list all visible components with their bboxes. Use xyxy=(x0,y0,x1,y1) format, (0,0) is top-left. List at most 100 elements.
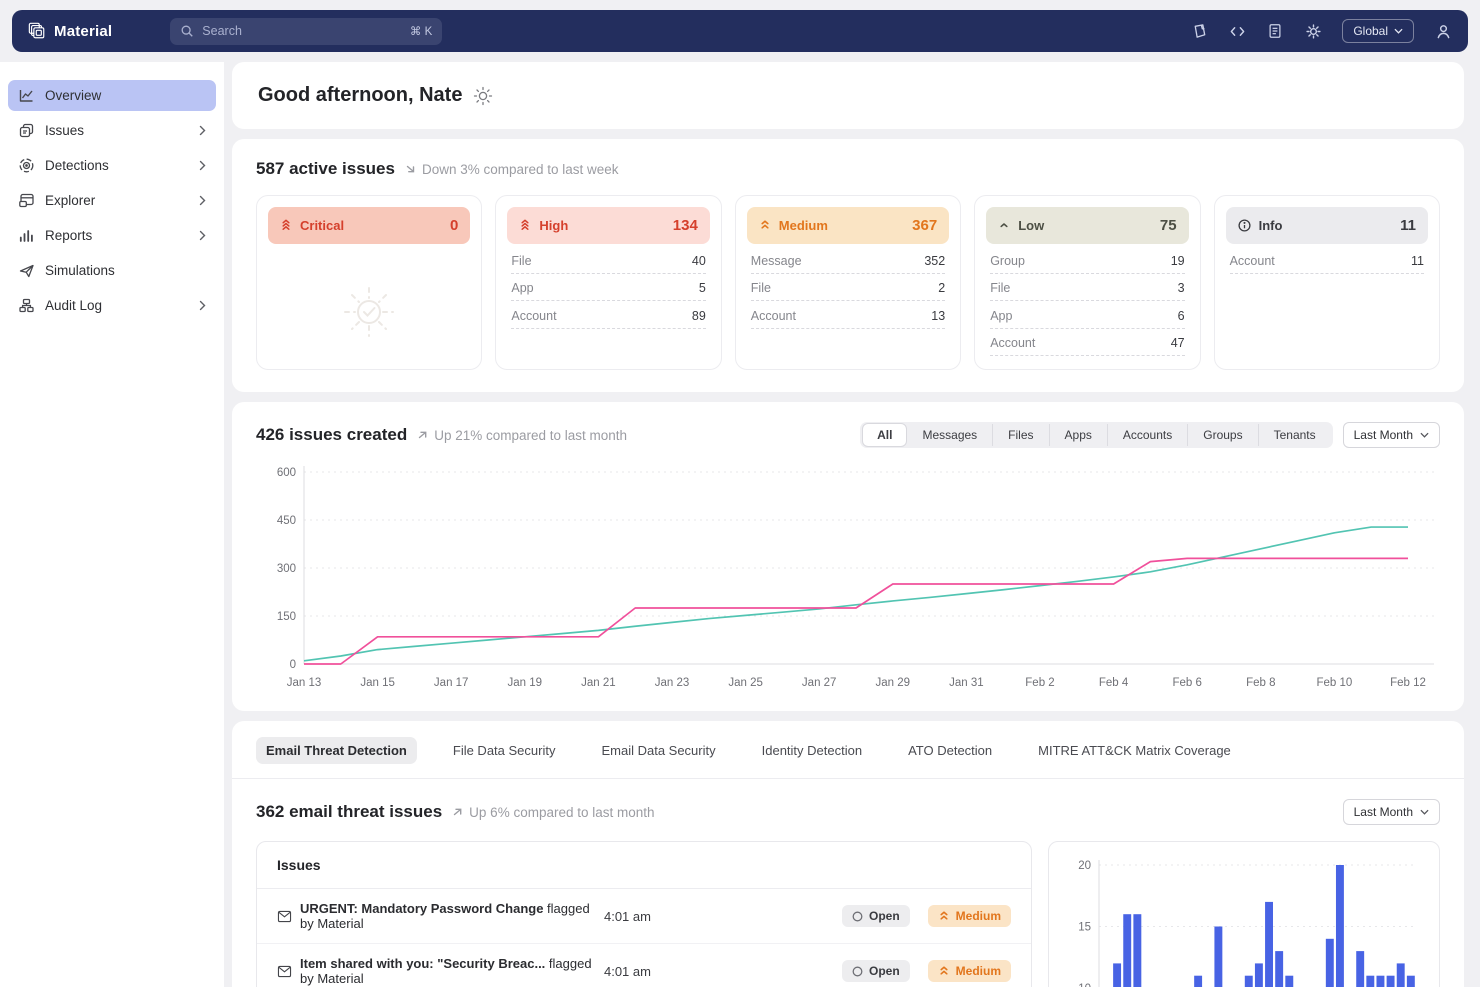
bar xyxy=(1397,963,1405,987)
user-icon[interactable] xyxy=(1434,22,1452,40)
issues-icon xyxy=(18,122,35,139)
sidebar-item-label: Reports xyxy=(45,228,92,243)
email-threats-bar-chart-panel: 101520 xyxy=(1048,841,1440,987)
breakdown-row: File40 xyxy=(511,246,705,274)
arrow-up-right-icon xyxy=(417,429,429,441)
chevron-down-icon xyxy=(1420,809,1429,815)
detection-tab-identity-detection[interactable]: Identity Detection xyxy=(752,737,872,764)
breakdown-label: File xyxy=(511,254,531,268)
detection-tabs: Email Threat Detection File Data Security… xyxy=(232,737,1464,778)
severity-card-critical[interactable]: Critical0 xyxy=(256,195,482,370)
filter-tab-messages[interactable]: Messages xyxy=(907,424,992,446)
code-icon[interactable] xyxy=(1228,22,1246,40)
chevron-triple-up-icon xyxy=(519,219,531,232)
status-badge[interactable]: Open xyxy=(842,960,910,982)
simulations-icon xyxy=(18,262,35,279)
severity-badge[interactable]: Medium xyxy=(928,960,1011,982)
active-issues-card: 587 active issues Down 3% compared to la… xyxy=(232,139,1464,392)
chevron-up-icon xyxy=(998,219,1010,232)
sidebar-item-detections[interactable]: Detections xyxy=(8,150,216,181)
breakdown-row: App5 xyxy=(511,274,705,302)
svg-text:Jan 19: Jan 19 xyxy=(508,677,543,689)
breakdown-label: Group xyxy=(990,254,1025,268)
svg-text:Feb 8: Feb 8 xyxy=(1246,677,1275,689)
period-dropdown[interactable]: Last Month xyxy=(1343,422,1440,448)
detection-tab-email-threat-detection[interactable]: Email Threat Detection xyxy=(256,737,417,764)
severity-card-medium[interactable]: Medium367Message352File2Account13 xyxy=(735,195,961,370)
detection-tab-email-data-security[interactable]: Email Data Security xyxy=(591,737,725,764)
detection-tab-ato-detection[interactable]: ATO Detection xyxy=(898,737,1002,764)
filter-tab-apps[interactable]: Apps xyxy=(1049,424,1107,446)
bar xyxy=(1265,902,1273,987)
severity-label: Medium xyxy=(779,218,828,233)
sidebar-item-reports[interactable]: Reports xyxy=(8,220,216,251)
filter-tab-tenants[interactable]: Tenants xyxy=(1258,424,1331,446)
sidebar-item-issues[interactable]: Issues xyxy=(8,115,216,146)
launch-icon[interactable] xyxy=(1190,22,1208,40)
issue-title-text: URGENT: Mandatory Password Change flagge… xyxy=(300,901,596,931)
breakdown-row: Account89 xyxy=(511,301,705,329)
bar xyxy=(1245,976,1253,987)
severity-breakdown: File40App5Account89 xyxy=(507,244,709,331)
sidebar-item-audit-log[interactable]: Audit Log xyxy=(8,290,216,321)
issue-row[interactable]: Item shared with you: "Security Breac...… xyxy=(257,944,1031,987)
sidebar-item-overview[interactable]: Overview xyxy=(8,80,216,111)
breakdown-label: Account xyxy=(511,309,556,323)
detection-tab-mitre-att-ck-matrix-coverage[interactable]: MITRE ATT&CK Matrix Coverage xyxy=(1028,737,1241,764)
bar xyxy=(1113,963,1121,987)
breakdown-label: Account xyxy=(751,309,796,323)
svg-text:Feb 4: Feb 4 xyxy=(1099,677,1129,689)
issues-created-line-chart: 0150300450600Jan 13Jan 15Jan 17Jan 19Jan… xyxy=(256,458,1440,701)
severity-breakdown: Group19File3App6Account47 xyxy=(986,244,1188,358)
issue-title-text: Item shared with you: "Security Breac...… xyxy=(300,956,596,986)
severity-label: Low xyxy=(1018,218,1044,233)
svg-text:Jan 29: Jan 29 xyxy=(876,677,911,689)
issues-created-title: 426 issues created xyxy=(256,425,407,445)
breakdown-row: Account13 xyxy=(751,301,945,329)
svg-text:Feb 2: Feb 2 xyxy=(1025,677,1054,689)
sidebar-item-explorer[interactable]: Explorer xyxy=(8,185,216,216)
svg-text:Jan 21: Jan 21 xyxy=(581,677,616,689)
detection-card: Email Threat Detection File Data Security… xyxy=(232,721,1464,987)
severity-card-low[interactable]: Low75Group19File3App6Account47 xyxy=(974,195,1200,370)
status-badge[interactable]: Open xyxy=(842,905,910,927)
doc-icon[interactable] xyxy=(1266,22,1284,40)
breakdown-value: 19 xyxy=(1171,254,1185,268)
search-input[interactable] xyxy=(202,24,402,38)
svg-text:15: 15 xyxy=(1078,922,1091,934)
mail-icon xyxy=(277,910,292,923)
filter-tab-files[interactable]: Files xyxy=(992,424,1048,446)
filter-tab-accounts[interactable]: Accounts xyxy=(1107,424,1187,446)
severity-count: 0 xyxy=(450,217,458,234)
bar xyxy=(1366,976,1374,987)
global-scope-dropdown[interactable]: Global xyxy=(1342,19,1414,43)
svg-text:Jan 13: Jan 13 xyxy=(287,677,322,689)
filter-tab-all[interactable]: All xyxy=(862,423,907,447)
breakdown-row: Account11 xyxy=(1230,246,1424,274)
bar xyxy=(1387,976,1395,987)
breakdown-value: 3 xyxy=(1178,281,1185,295)
severity-badge[interactable]: Medium xyxy=(928,905,1011,927)
brand-logo[interactable]: Material xyxy=(28,22,112,40)
filter-tab-groups[interactable]: Groups xyxy=(1187,424,1257,446)
sidebar-item-simulations[interactable]: Simulations xyxy=(8,255,216,286)
bar xyxy=(1255,963,1263,987)
period-dropdown[interactable]: Last Month xyxy=(1343,799,1440,825)
breakdown-label: App xyxy=(990,309,1012,323)
issue-row[interactable]: URGENT: Mandatory Password Change flagge… xyxy=(257,889,1031,944)
gear-icon[interactable] xyxy=(1304,22,1322,40)
check-burst-icon xyxy=(257,254,481,369)
breakdown-row: Message352 xyxy=(751,246,945,274)
issue-time: 4:01 am xyxy=(604,909,834,924)
search-box[interactable]: ⌘ K xyxy=(170,18,442,45)
info-icon xyxy=(1238,219,1251,232)
bar xyxy=(1356,951,1364,987)
severity-card-high[interactable]: High134File40App5Account89 xyxy=(495,195,721,370)
severity-card-info[interactable]: Info11Account11 xyxy=(1214,195,1440,370)
entity-filter-tabs: AllMessagesFilesAppsAccountsGroupsTenant… xyxy=(860,422,1333,448)
arrow-up-right-icon xyxy=(452,806,464,818)
detection-tab-file-data-security[interactable]: File Data Security xyxy=(443,737,566,764)
detections-icon xyxy=(18,157,35,174)
breakdown-row: Account47 xyxy=(990,329,1184,357)
bar xyxy=(1123,914,1131,987)
